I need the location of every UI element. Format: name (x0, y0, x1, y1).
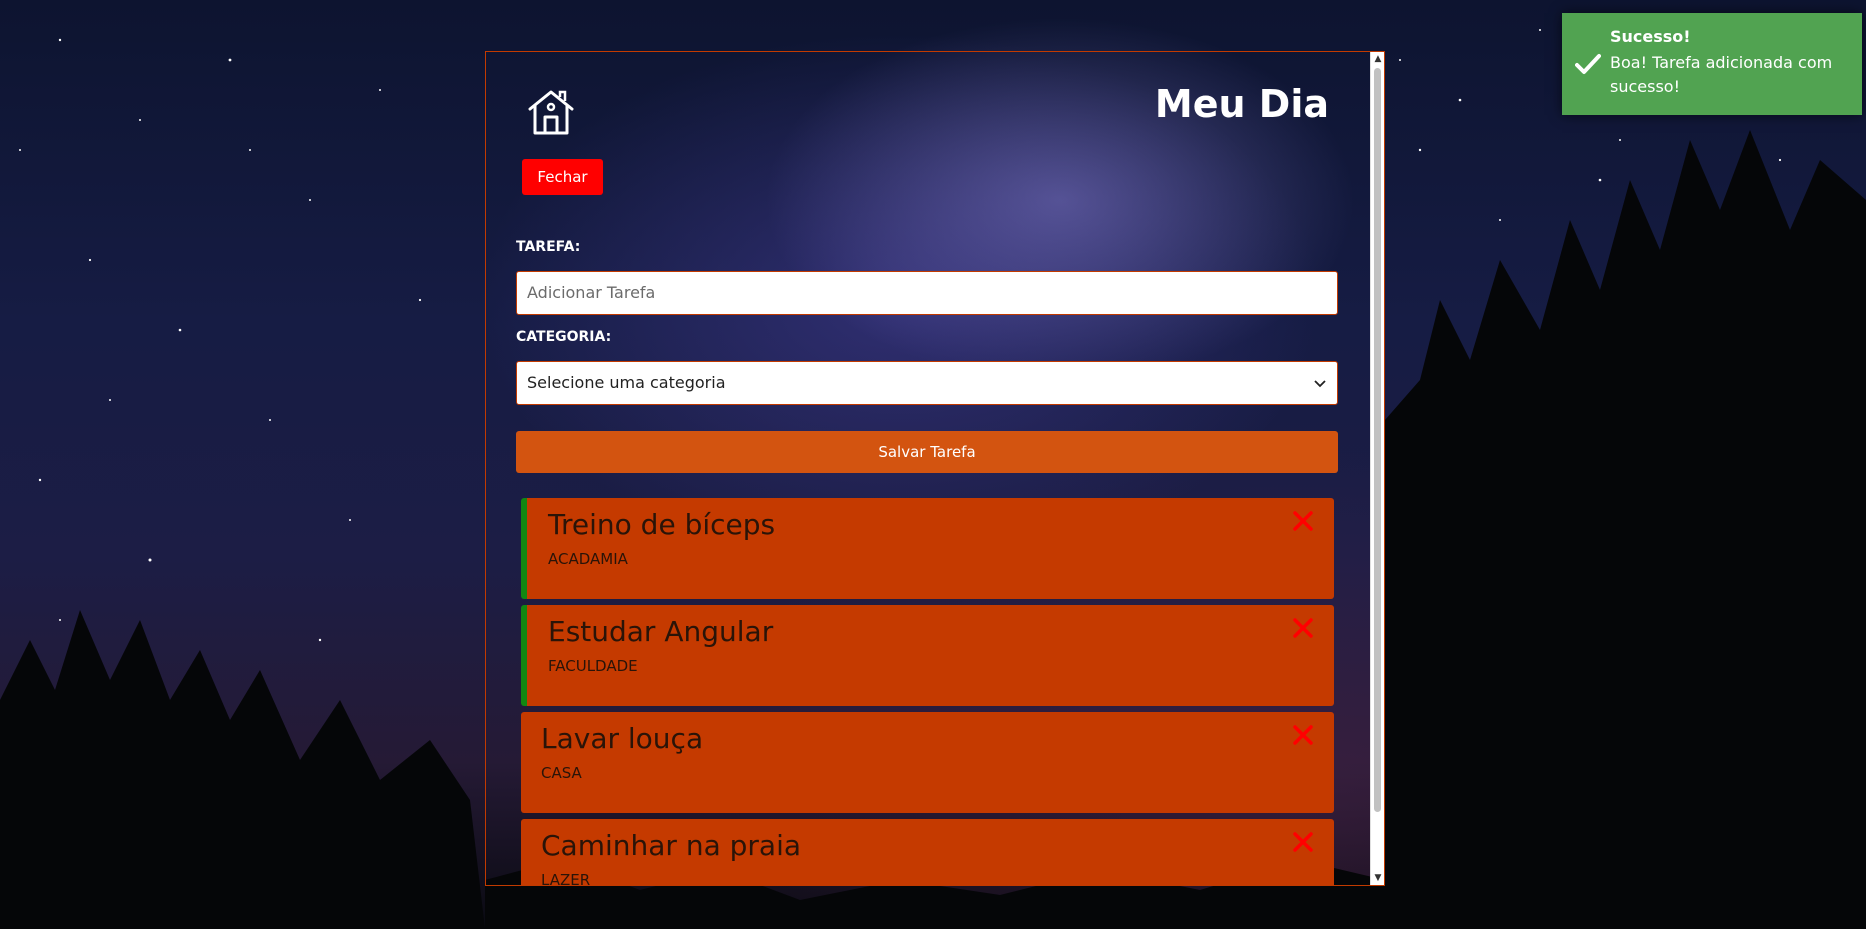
category-label: CATEGORIA: (516, 329, 612, 345)
task-input[interactable]: Adicionar Tarefa (516, 271, 1338, 315)
scroll-down-icon[interactable]: ▼ (1371, 871, 1384, 885)
delete-x-icon[interactable] (1292, 617, 1314, 639)
task-label: TAREFA: (516, 239, 581, 255)
task-title: Lavar louça (541, 722, 704, 755)
task-item[interactable]: Treino de bíceps ACADAMIA (521, 498, 1334, 599)
task-list: Treino de bíceps ACADAMIA Estudar Angula… (521, 498, 1334, 886)
delete-x-icon[interactable] (1292, 724, 1314, 746)
task-category: FACULDADE (548, 657, 638, 675)
delete-x-icon[interactable] (1292, 831, 1314, 853)
task-category: CASA (541, 764, 582, 782)
save-task-button[interactable]: Salvar Tarefa (516, 431, 1338, 473)
checkmark-icon (1575, 54, 1601, 74)
scroll-up-icon[interactable]: ▲ (1371, 52, 1384, 66)
category-selected-value: Selecione uma categoria (527, 373, 726, 392)
task-item[interactable]: Caminhar na praia LAZER (521, 819, 1334, 886)
task-title: Treino de bíceps (548, 508, 776, 541)
task-category: LAZER (541, 871, 591, 886)
delete-x-icon[interactable] (1292, 510, 1314, 532)
task-category: ACADAMIA (548, 550, 628, 568)
scrollbar-thumb[interactable] (1374, 68, 1381, 812)
success-toast[interactable]: Sucesso! Boa! Tarefa adicionada com suce… (1562, 13, 1862, 115)
chevron-down-icon (1314, 380, 1326, 388)
home-icon[interactable] (526, 87, 576, 137)
toast-title: Sucesso! (1610, 27, 1691, 46)
toast-message: Boa! Tarefa adicionada com sucesso! (1610, 53, 1833, 96)
category-select[interactable]: Selecione uma categoria (516, 361, 1338, 405)
todo-panel: Meu Dia Fechar TAREFA: Adicionar Tarefa … (485, 51, 1385, 886)
scrollbar[interactable]: ▲ ▼ (1370, 52, 1384, 885)
close-button[interactable]: Fechar (522, 159, 603, 195)
task-item[interactable]: Estudar Angular FACULDADE (521, 605, 1334, 706)
task-title: Estudar Angular (548, 615, 774, 648)
task-item[interactable]: Lavar louça CASA (521, 712, 1334, 813)
task-title: Caminhar na praia (541, 829, 802, 862)
page-title: Meu Dia (1154, 82, 1329, 126)
